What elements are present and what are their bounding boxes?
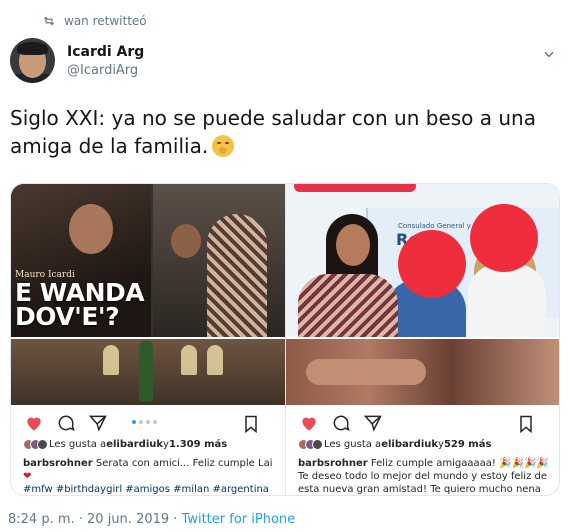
hug-photo bbox=[286, 339, 559, 405]
face-censor-circle bbox=[398, 230, 466, 298]
tweet-timestamp[interactable]: 8:24 p. m. · 20 jun. 2019 · bbox=[8, 512, 182, 527]
retweet-indicator: wan retwitteó bbox=[42, 14, 147, 28]
tweet-text: Siglo XXI: ya no se puede saludar con un… bbox=[10, 106, 536, 158]
liker-avatars bbox=[298, 439, 323, 450]
likes-line: Les gusta a elibardiuk y 529 más bbox=[298, 439, 491, 450]
share-icon[interactable] bbox=[362, 412, 384, 434]
share-icon[interactable] bbox=[87, 412, 109, 434]
heart-icon[interactable] bbox=[23, 412, 45, 434]
heart-icon[interactable] bbox=[298, 412, 320, 434]
dinner-table-photo bbox=[11, 339, 286, 405]
caption-username[interactable]: barbsrohner bbox=[23, 458, 93, 469]
post-actions bbox=[286, 410, 559, 436]
author-handle[interactable]: @IcardiArg bbox=[67, 63, 144, 78]
comment-icon[interactable] bbox=[55, 412, 77, 434]
tweet-source-link[interactable]: Twitter for iPhone bbox=[182, 512, 296, 527]
retweet-icon bbox=[43, 16, 55, 26]
carousel-indicator bbox=[132, 420, 157, 424]
bookmark-icon[interactable] bbox=[240, 413, 262, 435]
consulate-photo: Consulado General y C Re ina bbox=[286, 184, 559, 337]
comment-icon[interactable] bbox=[330, 412, 352, 434]
tweet-media[interactable]: Mauro Icardi E WANDA DOV'E'? Les gusta a… bbox=[10, 183, 560, 496]
author-display-name[interactable]: Icardi Arg bbox=[67, 44, 144, 60]
caption-username[interactable]: barbsrohner bbox=[298, 458, 368, 469]
post-caption: barbsrohner Serata con amici... Feliz cu… bbox=[23, 458, 273, 495]
sign-text-small: Consulado General y C bbox=[398, 222, 478, 230]
magazine-headline: E WANDA DOV'E'? bbox=[15, 278, 145, 331]
post-caption: barbsrohner Feliz cumple amigaaaaa! 🎉🎉🎉🎉… bbox=[298, 458, 549, 495]
avatar[interactable] bbox=[10, 38, 55, 83]
shushing-face-emoji-icon bbox=[212, 135, 235, 157]
caption-hashtags[interactable]: #mfw #birthdaygirl #amigos #milan #argen… bbox=[23, 484, 269, 495]
tweet-footer: 8:24 p. m. · 20 jun. 2019 · Twitter for … bbox=[8, 512, 295, 527]
instagram-post-right: Consulado General y C Re ina bbox=[285, 184, 559, 495]
bookmark-icon[interactable] bbox=[515, 413, 537, 435]
instagram-post-left: Mauro Icardi E WANDA DOV'E'? Les gusta a… bbox=[11, 184, 286, 495]
retweet-text: wan retwitteó bbox=[64, 14, 147, 28]
likes-line: Les gusta a elibardiuk y 1.309 más bbox=[23, 439, 227, 450]
chevron-down-icon[interactable] bbox=[542, 46, 556, 65]
magazine-photo: Mauro Icardi E WANDA DOV'E'? bbox=[11, 184, 286, 337]
tweet-author[interactable]: Icardi Arg @IcardiArg bbox=[10, 38, 144, 83]
tweet-body: Siglo XXI: ya no se puede saludar con un… bbox=[10, 104, 550, 160]
face-censor-circle bbox=[470, 204, 538, 272]
liker-avatars bbox=[23, 439, 48, 450]
